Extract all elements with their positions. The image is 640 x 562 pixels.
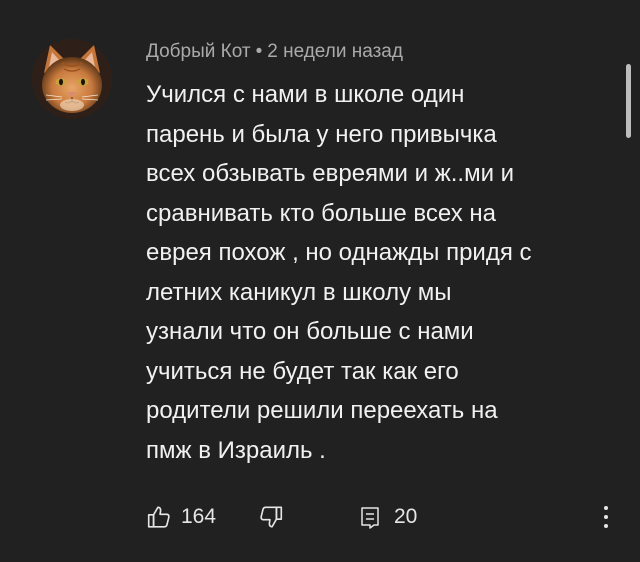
comment-icon xyxy=(361,507,379,529)
more-options-button[interactable] xyxy=(596,500,616,534)
comment-line: родители решили переехать на xyxy=(146,397,498,424)
more-vertical-icon-dot xyxy=(604,524,608,528)
scrollbar-thumb[interactable] xyxy=(626,64,631,138)
comment-line: пмж в Израиль . xyxy=(146,436,326,464)
comment-time[interactable]: 2 недели назад xyxy=(267,41,403,62)
more-vertical-icon-dot xyxy=(604,515,608,519)
comment-text: Учился с нами в школе один парень и была… xyxy=(146,75,616,470)
like-button[interactable]: 164 xyxy=(146,500,216,534)
comment-line: Учился с нами в школе один xyxy=(146,81,465,108)
like-count: 164 xyxy=(181,505,217,528)
comment-line: всех обзывать евреями и ж..ми и xyxy=(146,160,515,187)
more-vertical-icon-dot xyxy=(604,506,608,510)
meta-separator: • xyxy=(255,41,263,62)
avatar[interactable] xyxy=(32,39,112,119)
comment-line: парень и была у него привычка xyxy=(146,120,497,148)
comment-line: летних каникул в школу мы xyxy=(146,278,452,306)
comment-actions: 164 20 xyxy=(146,500,626,534)
comment-line: сравнивать кто больше всех на xyxy=(146,199,496,227)
thumbs-up-icon xyxy=(147,506,170,528)
comment-meta: Добрый Кот • 2 недели назад xyxy=(146,40,403,64)
reply-button[interactable]: 20 xyxy=(358,500,417,534)
author-name[interactable]: Добрый Кот xyxy=(146,41,251,62)
comment-card: Добрый Кот • 2 недели назад Учился с нами … xyxy=(0,0,640,562)
comment-line: учиться не будет так как его xyxy=(146,357,459,385)
reply-count: 20 xyxy=(394,505,418,528)
thumbs-down-icon xyxy=(260,506,283,528)
comment-line: еврея похож , но однажды придя с xyxy=(146,239,532,266)
dislike-button[interactable] xyxy=(258,500,284,534)
comment-line: узнали что он больше с нами xyxy=(146,318,474,345)
cat-avatar-icon xyxy=(32,39,112,119)
